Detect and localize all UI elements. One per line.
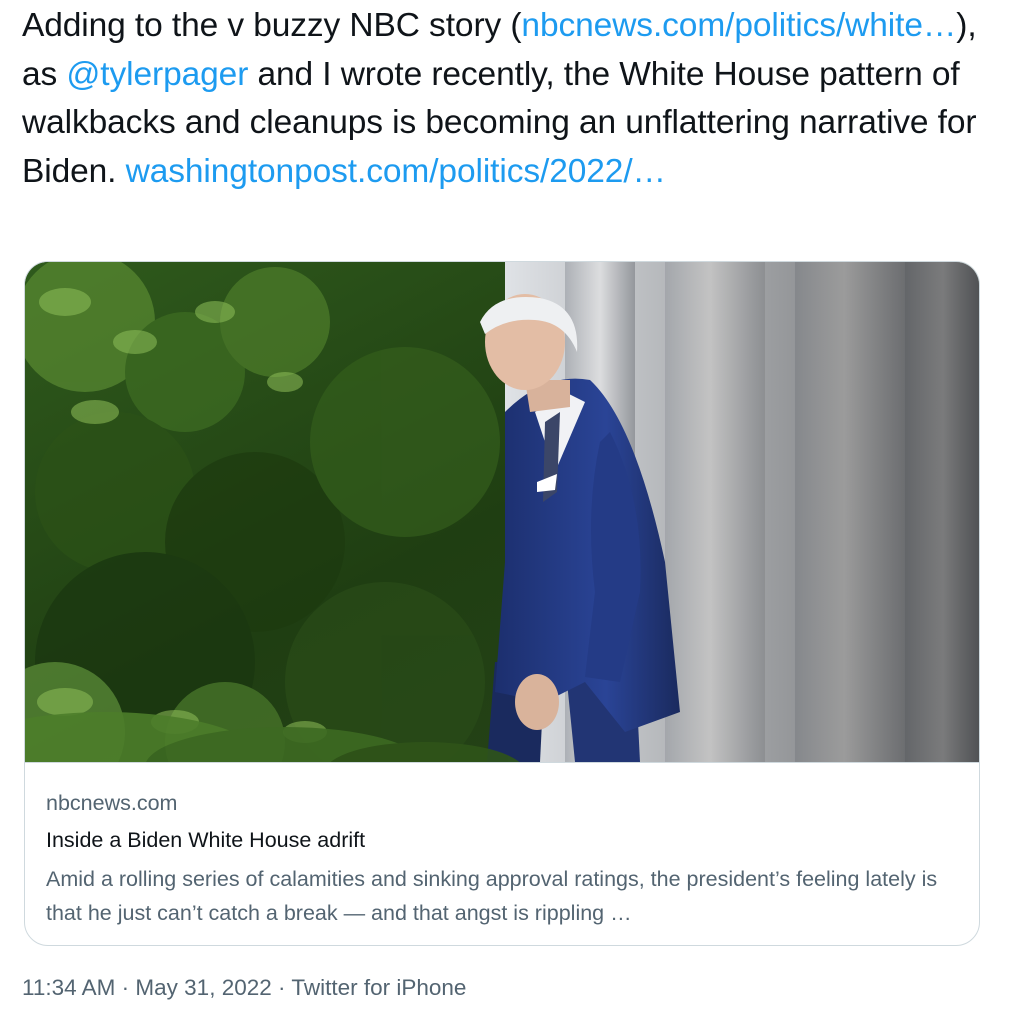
tweet-date[interactable]: May 31, 2022 (135, 975, 271, 1000)
washingtonpost-link[interactable]: washingtonpost.com/politics/2022/… (126, 153, 666, 190)
tweet-metadata: 11:34 AM · May 31, 2022 · Twitter for iP… (22, 975, 466, 1001)
card-domain: nbcnews.com (46, 791, 178, 815)
card-meta: nbcnews.com Inside a Biden White House a… (25, 763, 979, 930)
meta-separator: · (115, 975, 136, 1000)
tweet-text-segment: Adding to the v buzzy NBC story ( (22, 7, 522, 44)
card-title[interactable]: Inside a Biden White House adrift (46, 826, 958, 854)
nbc-link[interactable]: nbcnews.com/politics/white… (521, 7, 956, 44)
meta-separator: · (271, 975, 292, 1000)
link-preview-card[interactable]: nbcnews.com Inside a Biden White House a… (24, 261, 980, 946)
tweet-text: Adding to the v buzzy NBC story (nbcnews… (22, 2, 992, 196)
tweet-time[interactable]: 11:34 AM (22, 975, 115, 1000)
tweet-source: Twitter for iPhone (291, 975, 467, 1000)
mention-link[interactable]: @tylerpager (66, 56, 248, 93)
card-description: Amid a rolling series of calamities and … (46, 867, 938, 925)
card-image[interactable] (25, 262, 979, 763)
card-photo (25, 262, 979, 762)
